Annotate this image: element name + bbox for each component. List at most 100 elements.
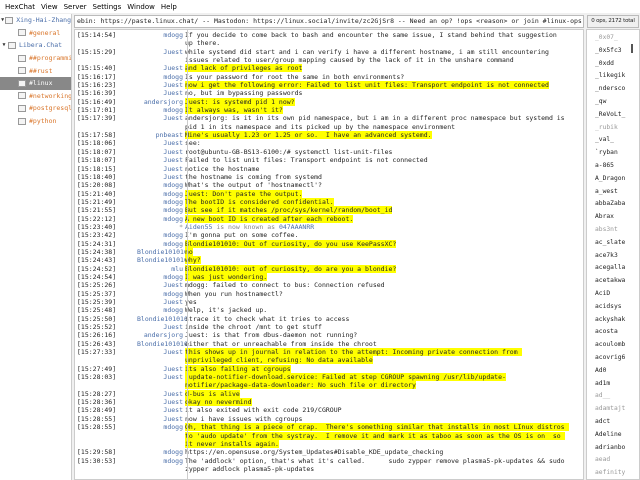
user-list-item[interactable]: _ReVoLt_ <box>587 109 633 122</box>
menu-settings[interactable]: Settings <box>92 3 127 11</box>
user-list-item[interactable]: _0x07_ <box>587 32 633 45</box>
user-list-item[interactable]: _0xdd <box>587 58 633 71</box>
nick[interactable]: mdogg <box>137 31 185 48</box>
nick[interactable]: Juest <box>137 323 185 331</box>
user-list-item[interactable]: `ryban <box>587 147 633 160</box>
menu-view[interactable]: View <box>40 3 63 11</box>
nick[interactable]: pnbeast <box>137 131 185 139</box>
nick[interactable]: mdogg <box>137 73 185 81</box>
user-list-item[interactable]: Ad0 <box>587 365 633 378</box>
user-list-item[interactable]: ac_slate <box>587 237 633 250</box>
nick[interactable]: mdogg <box>137 231 185 239</box>
nick[interactable]: mdogg <box>137 106 185 114</box>
user-list-item[interactable]: acidsys <box>587 301 633 314</box>
user-list-item[interactable]: _0x5fc3 <box>587 45 633 58</box>
channel-item[interactable]: ##programming <box>0 52 71 65</box>
nick[interactable]: mdogg <box>137 423 185 448</box>
nick[interactable]: * <box>137 223 185 231</box>
nick[interactable]: Juest <box>137 298 185 306</box>
nick[interactable]: Juest <box>137 373 185 390</box>
nick[interactable]: Juest <box>137 406 185 414</box>
user-list-item[interactable]: _likegik <box>587 70 633 83</box>
nick[interactable]: Juest <box>137 81 185 89</box>
nick[interactable]: Blondie101010 <box>137 340 188 348</box>
menu-server[interactable]: Server <box>63 3 92 11</box>
user-list-item[interactable]: acovrig6 <box>587 352 633 365</box>
nick[interactable]: Juest <box>137 173 185 181</box>
user-list-item[interactable]: Abrax <box>587 211 633 224</box>
user-list-item[interactable]: adrianbo <box>587 442 633 455</box>
server-item[interactable]: ▼ Libera.Chat <box>0 39 71 52</box>
old-nick[interactable]: Aiden55 <box>185 223 212 231</box>
user-list-item[interactable]: _rubik <box>587 122 633 135</box>
menu-hexchat[interactable]: HexChat <box>4 3 40 11</box>
user-list-item[interactable]: aead <box>587 454 633 467</box>
server-item[interactable]: ▼ Xing-Hai-Zhang <box>0 14 71 27</box>
user-list-item[interactable]: acosta <box>587 326 633 339</box>
nick[interactable]: andersjorg <box>137 331 185 339</box>
nick[interactable]: Blondie101010 <box>137 256 188 264</box>
nick[interactable]: Juest <box>137 156 185 164</box>
nick[interactable]: Juest <box>137 415 185 423</box>
user-list-item[interactable]: ad1m <box>587 378 633 391</box>
channel-item[interactable]: #linux <box>0 76 71 90</box>
nick[interactable]: mdogg <box>137 457 185 474</box>
nick[interactable]: mdogg <box>137 198 185 206</box>
nick[interactable]: mlu <box>137 265 185 273</box>
channel-item[interactable]: #general <box>0 27 71 40</box>
topic-bar[interactable]: ebin: https://paste.linux.chat/ -- Masto… <box>74 15 584 28</box>
nick[interactable]: Blondie101010 <box>137 248 188 256</box>
user-list-item[interactable]: abs3nt <box>587 224 633 237</box>
user-list-item[interactable]: acoulomb <box>587 339 633 352</box>
expand-arrow-icon[interactable]: ▼ <box>0 42 8 48</box>
user-list-item[interactable]: a_west <box>587 186 633 199</box>
new-nick[interactable]: 047AAANRR <box>279 223 314 231</box>
menu-window[interactable]: Window <box>126 3 160 11</box>
nick[interactable]: Juest <box>137 64 185 72</box>
nick[interactable]: Juest <box>137 398 185 406</box>
user-list-item[interactable]: abbaZaba <box>587 198 633 211</box>
channel-item[interactable]: #python <box>0 115 71 128</box>
nick[interactable]: Juest <box>137 89 185 97</box>
user-list-item[interactable]: adamtajt <box>587 403 633 416</box>
channel-item[interactable]: #postgresql <box>0 102 71 115</box>
channel-item[interactable]: #networking <box>0 90 71 103</box>
nick[interactable]: mdogg <box>137 215 185 223</box>
nick[interactable]: mdogg <box>137 448 185 456</box>
nick[interactable]: Juest <box>137 139 185 147</box>
user-list-item[interactable]: ackyshak <box>587 314 633 327</box>
user-list-item[interactable]: AciD <box>587 288 633 301</box>
user-list-item[interactable]: A_Dragon <box>587 173 633 186</box>
nick[interactable]: Juest <box>137 48 185 65</box>
nick[interactable]: mdogg <box>137 190 185 198</box>
user-list-item[interactable]: a-865 <box>587 160 633 173</box>
nick[interactable]: mdogg <box>137 240 185 248</box>
menu-help[interactable]: Help <box>160 3 182 11</box>
channel-item[interactable]: ##rust <box>0 64 71 77</box>
nick[interactable]: Juest <box>137 365 185 373</box>
user-list-item[interactable]: ace7k3 <box>587 250 633 263</box>
user-list-item[interactable]: _qw <box>587 96 633 109</box>
nick[interactable]: Juest <box>137 281 185 289</box>
user-list-item[interactable]: acegalla <box>587 262 633 275</box>
nick[interactable]: Juest <box>137 114 185 131</box>
user-list-item[interactable]: Adeline <box>587 429 633 442</box>
nick[interactable]: Juest <box>137 348 185 365</box>
user-list-item[interactable]: acetakwa <box>587 275 633 288</box>
nick[interactable]: mdogg <box>137 306 185 314</box>
nick[interactable]: mdogg <box>137 206 185 214</box>
nick[interactable]: Juest <box>137 148 185 156</box>
nick[interactable]: andersjorg <box>137 98 185 106</box>
nick[interactable]: Juest <box>137 165 185 173</box>
nick[interactable]: mdogg <box>137 181 185 189</box>
nick[interactable]: Juest <box>137 390 185 398</box>
user-list-item[interactable]: _ndersco <box>587 83 633 96</box>
nick[interactable]: Blondie101010 <box>137 315 188 323</box>
user-list-item[interactable]: aefinity <box>587 467 633 479</box>
user-list-item[interactable]: adct <box>587 416 633 429</box>
user-list-scrollbar[interactable] <box>631 44 633 53</box>
user-list-item[interactable]: ad__ <box>587 390 633 403</box>
user-list-item[interactable]: _val_ <box>587 134 633 147</box>
nick[interactable]: mdogg <box>137 273 185 281</box>
nick[interactable]: mdogg <box>137 290 185 298</box>
